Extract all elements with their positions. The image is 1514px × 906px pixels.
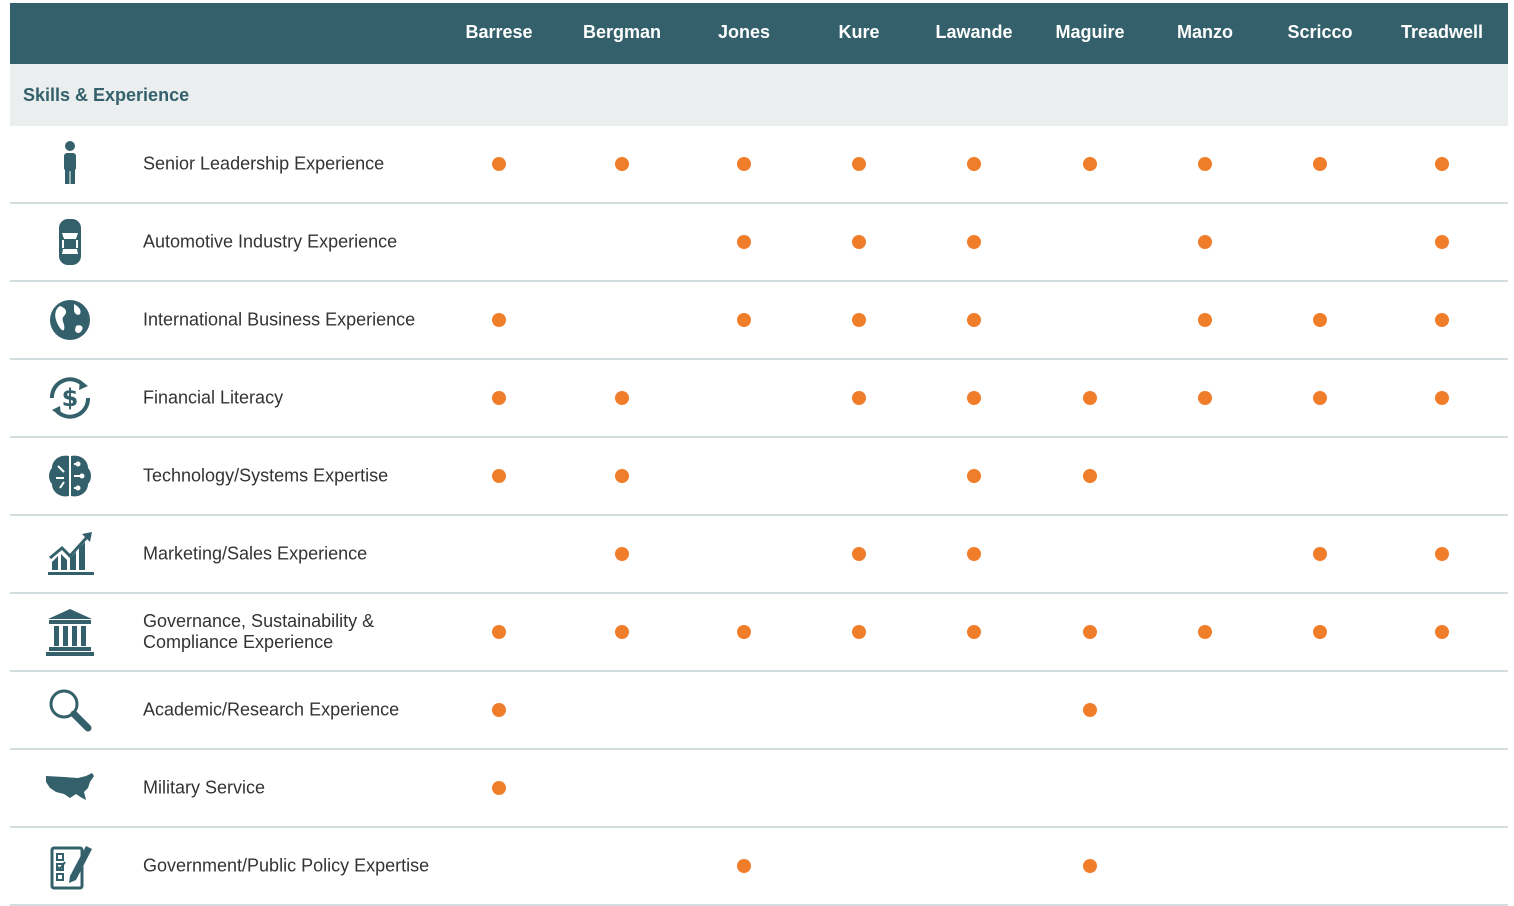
column-header: Bergman	[582, 22, 662, 42]
skill-dot	[1435, 391, 1449, 405]
skill-dot	[615, 469, 629, 483]
section-header: Skills & Experience	[10, 64, 1508, 126]
skill-dot	[1313, 625, 1327, 639]
car-icon	[44, 216, 96, 268]
skill-dot	[967, 235, 981, 249]
skill-dot	[615, 157, 629, 171]
skill-dot	[492, 703, 506, 717]
skill-dot	[1313, 391, 1327, 405]
skill-dot	[852, 235, 866, 249]
column-header: Treadwell	[1400, 22, 1484, 42]
skill-dot	[1435, 313, 1449, 327]
skill-dot	[737, 157, 751, 171]
skill-dot	[852, 547, 866, 561]
skill-row: $ Financial Literacy	[10, 360, 1508, 438]
skill-label: Financial Literacy	[143, 387, 284, 408]
skill-dot	[1198, 313, 1212, 327]
skill-dot	[492, 469, 506, 483]
skill-dot	[1198, 391, 1212, 405]
skill-dot	[1198, 235, 1212, 249]
magnifier-icon	[44, 684, 96, 736]
skill-dot	[1435, 625, 1449, 639]
dollar-cycle-icon: $	[44, 372, 96, 424]
institution-icon	[44, 606, 96, 658]
section-title: Skills & Experience	[23, 85, 190, 105]
skill-dot	[1198, 625, 1212, 639]
skill-row: Automotive Industry Experience	[10, 204, 1508, 282]
header-row: Barrese Bergman Jones Kure Lawande Magui…	[10, 3, 1508, 64]
skill-dot	[967, 391, 981, 405]
column-header: Kure	[838, 22, 880, 42]
skill-label: International Business Experience	[143, 309, 416, 330]
skill-dot	[492, 781, 506, 795]
skill-dot	[737, 859, 751, 873]
brain-circuit-icon	[44, 450, 96, 502]
skill-dot	[737, 313, 751, 327]
skill-dot	[967, 625, 981, 639]
skill-label: Marketing/Sales Experience	[143, 543, 368, 564]
skill-row: Government/Public Policy Expertise	[10, 828, 1508, 906]
skill-label: Government/Public Policy Expertise	[143, 855, 430, 876]
us-map-icon	[44, 762, 96, 814]
skill-dot	[967, 547, 981, 561]
skill-dot	[615, 625, 629, 639]
skill-dot	[492, 157, 506, 171]
skills-matrix: Barrese Bergman Jones Kure Lawande Magui…	[10, 3, 1508, 906]
skill-row: Military Service	[10, 750, 1508, 828]
skill-label: Military Service	[143, 777, 266, 798]
skill-dot	[1083, 391, 1097, 405]
skill-dot	[852, 625, 866, 639]
skill-row: Governance, Sustainability & Compliance …	[10, 594, 1508, 672]
column-header: Jones	[717, 22, 771, 42]
skill-dot	[1435, 235, 1449, 249]
skill-dot	[492, 313, 506, 327]
skill-label: Senior Leadership Experience	[143, 153, 385, 174]
skill-dot	[737, 235, 751, 249]
skill-dot	[615, 547, 629, 561]
skill-dot	[492, 625, 506, 639]
skill-dot	[1083, 703, 1097, 717]
skill-dot	[1083, 625, 1097, 639]
skill-dot	[1313, 547, 1327, 561]
skill-dot	[492, 391, 506, 405]
column-header: Lawande	[935, 22, 1013, 42]
skill-dot	[1313, 157, 1327, 171]
skill-dot	[967, 313, 981, 327]
skill-dot	[967, 157, 981, 171]
skill-row: International Business Experience	[10, 282, 1508, 360]
skill-label: Governance, Sustainability & Compliance …	[143, 611, 375, 652]
skill-dot	[852, 391, 866, 405]
skill-row: Academic/Research Experience	[10, 672, 1508, 750]
column-header: Maguire	[1055, 22, 1125, 42]
skill-dot	[1083, 157, 1097, 171]
skill-row: Senior Leadership Experience	[10, 126, 1508, 204]
column-header: Manzo	[1177, 22, 1233, 42]
skill-dot	[1435, 547, 1449, 561]
column-header: Barrese	[465, 22, 533, 42]
skill-dot	[615, 391, 629, 405]
skill-dot	[1313, 313, 1327, 327]
skill-row: Marketing/Sales Experience	[10, 516, 1508, 594]
skill-label: Automotive Industry Experience	[143, 231, 398, 252]
skill-label: Technology/Systems Expertise	[143, 465, 389, 486]
globe-icon	[44, 294, 96, 346]
growth-chart-icon	[44, 528, 96, 580]
checklist-pen-icon	[44, 840, 96, 892]
skill-label: Academic/Research Experience	[143, 699, 400, 720]
svg-text:$: $	[62, 384, 79, 412]
skill-dot	[1435, 157, 1449, 171]
skill-dot	[852, 313, 866, 327]
person-icon	[44, 138, 96, 190]
skill-row: Technology/Systems Expertise	[10, 438, 1508, 516]
skill-dot	[852, 157, 866, 171]
column-header: Scricco	[1287, 22, 1353, 42]
skill-dot	[1083, 859, 1097, 873]
skill-dot	[967, 469, 981, 483]
skill-dot	[1083, 469, 1097, 483]
skill-dot	[737, 625, 751, 639]
skill-dot	[1198, 157, 1212, 171]
